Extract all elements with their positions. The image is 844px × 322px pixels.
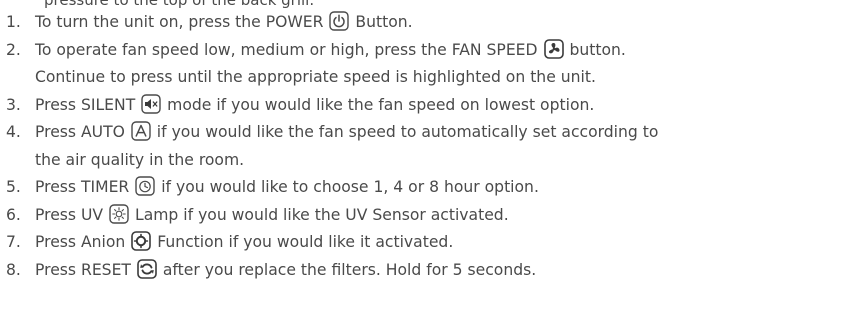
step-text-before: Press AUTO [35,123,130,141]
step-text-after: after you replace the filters. Hold for … [157,260,537,279]
list-item-power: 1. To turn the unit on, press the POWER … [0,9,844,37]
list-item-anion: 7. Press Anion Function if you would lik… [0,229,844,257]
step-number: 7. [6,233,21,251]
list-item-auto: 4. Press AUTO if you would like the fan … [0,119,844,174]
anion-icon [131,231,152,251]
step-text-after: button. [564,40,626,59]
instructions-page: pressure to the top of the back grill. 1… [0,0,844,322]
step-text-after: Button. [350,13,413,31]
step-number: 4. [6,123,21,141]
step-text-after: Function if you would like it activated. [152,233,454,251]
mute-icon [141,93,161,114]
step-text-before: To operate fan speed low, medium or high… [35,40,543,59]
step-text-after: mode if you would like the fan speed on … [162,95,595,114]
step-continuation: Continue to press until the appropriate … [35,68,596,86]
reset-icon [137,258,157,279]
list-item-reset: 8. Press RESET after you replace the fil… [0,257,844,285]
step-number: 5. [6,178,21,196]
auto-icon [131,121,151,141]
list-item-timer: 5. Press TIMER if you would like to choo… [0,174,844,202]
step-number: 2. [6,40,21,59]
instruction-list: 1. To turn the unit on, press the POWER … [0,9,844,284]
step-text-before: Press RESET [35,260,136,279]
step-text-before: Press TIMER [35,178,135,196]
uv-lamp-icon [109,203,129,224]
fan-icon [543,38,564,59]
timer-icon [135,176,155,196]
list-item-silent: 3. Press SILENT mode if you would like t… [0,92,844,120]
step-text-before: To turn the unit on, press the POWER [35,13,329,31]
step-continuation: the air quality in the room. [35,150,245,169]
step-text-after: if you would like to choose 1, 4 or 8 ho… [156,178,539,196]
list-item-fan-speed: 2. To operate fan speed low, medium or h… [0,37,844,92]
step-text-before: Press Anion [35,233,131,251]
partial-top-line: pressure to the top of the back grill. [44,0,315,9]
step-text-after: Lamp if you would like the UV Sensor act… [130,205,509,224]
step-text-before: Press SILENT [35,95,141,114]
step-number: 3. [6,95,21,114]
list-item-uv-lamp: 6. Press UV Lamp if you would like the U… [0,202,844,230]
step-text-before: Press UV [35,205,109,224]
power-icon [329,11,350,31]
step-number: 1. [6,13,21,31]
step-number: 6. [6,205,21,224]
step-number: 8. [6,260,21,279]
step-text-after: if you would like the fan speed to autom… [151,123,659,141]
